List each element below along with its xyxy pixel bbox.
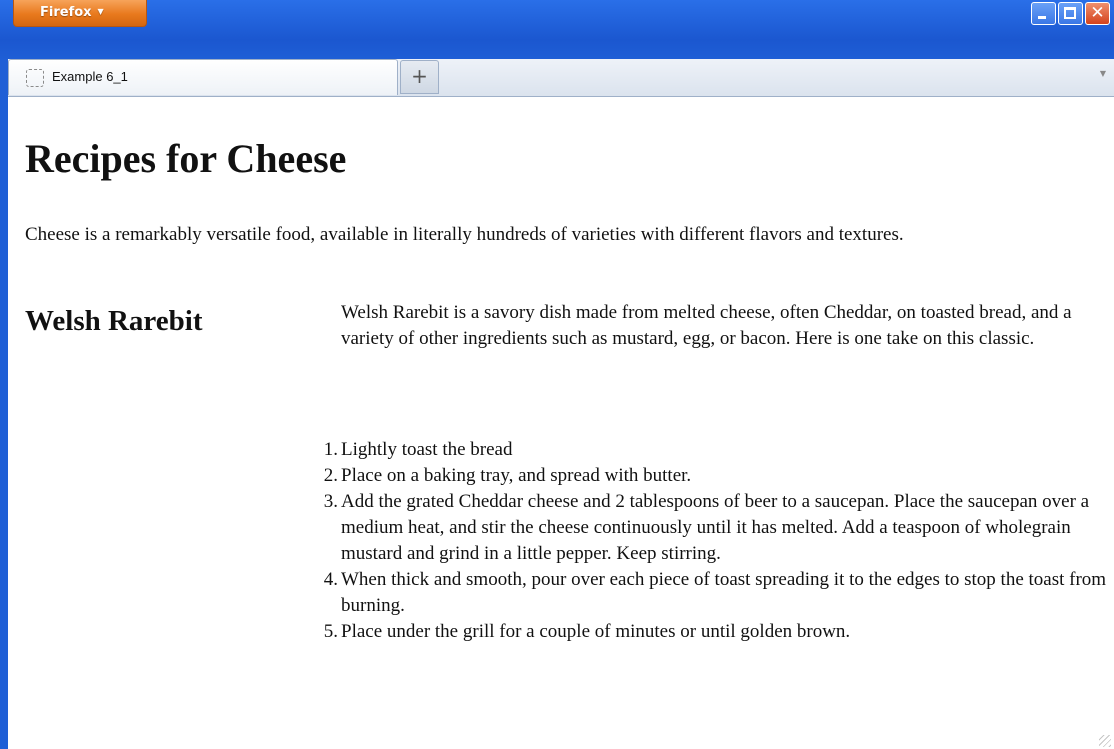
list-item: 5. Place under the grill for a couple of … <box>324 619 1111 645</box>
step-number: 5. <box>323 621 338 642</box>
list-all-tabs-icon[interactable]: ▼ <box>1100 69 1106 78</box>
title-bar: Firefox ▼ ✕ <box>0 0 1114 56</box>
intro-paragraph: Cheese is a remarkably versatile food, a… <box>25 224 904 245</box>
recipe-steps-list: 1. Lightly toast the bread 2. Place on a b… <box>324 437 1111 645</box>
tab-title: Example 6_1 <box>52 69 128 84</box>
firefox-menu-button[interactable]: Firefox ▼ <box>13 0 147 27</box>
list-item: 1. Lightly toast the bread <box>324 437 1111 463</box>
step-number: 1. <box>323 439 338 460</box>
page-content: Recipes for Cheese Cheese is a remarkabl… <box>8 97 1114 749</box>
resize-grip-icon[interactable] <box>1099 735 1111 747</box>
recipe-heading: Welsh Rarebit <box>25 305 203 337</box>
minimize-button[interactable] <box>1031 2 1056 25</box>
list-item: 2. Place on a baking tray, and spread wit… <box>324 463 1111 489</box>
page-title: Recipes for Cheese <box>25 136 347 181</box>
maximize-button[interactable] <box>1058 2 1083 25</box>
tab-example-6-1[interactable]: Example 6_1 <box>8 59 398 95</box>
minimize-icon <box>1038 16 1046 19</box>
maximize-icon <box>1064 7 1076 19</box>
step-text: Add the grated Cheddar cheese and 2 tabl… <box>341 491 1090 564</box>
new-tab-button[interactable]: + <box>400 60 439 94</box>
list-item: 3. Add the grated Cheddar cheese and 2 ta… <box>324 489 1111 567</box>
window-controls: ✕ <box>1031 2 1110 25</box>
chevron-down-icon: ▼ <box>97 7 104 16</box>
list-item: 4. When thick and smooth, pour over each … <box>324 567 1111 619</box>
step-text: Place on a baking tray, and spread with … <box>341 465 692 486</box>
browser-window: Firefox ▼ ✕ Example 6_1 + ▼ Recipes for C… <box>0 0 1114 749</box>
close-button[interactable]: ✕ <box>1085 2 1110 25</box>
page-icon <box>26 69 44 87</box>
recipe-description: Welsh Rarebit is a savory dish made from… <box>341 302 1072 349</box>
step-text: When thick and smooth, pour over each pi… <box>341 569 1107 616</box>
tab-strip: Example 6_1 + ▼ <box>8 59 1114 97</box>
step-text: Lightly toast the bread <box>341 439 513 460</box>
step-number: 3. <box>323 491 338 512</box>
step-number: 2. <box>323 465 338 486</box>
step-number: 4. <box>323 569 338 590</box>
step-text: Place under the grill for a couple of mi… <box>341 621 851 642</box>
firefox-menu-label: Firefox <box>40 5 92 20</box>
close-icon: ✕ <box>1090 3 1105 23</box>
